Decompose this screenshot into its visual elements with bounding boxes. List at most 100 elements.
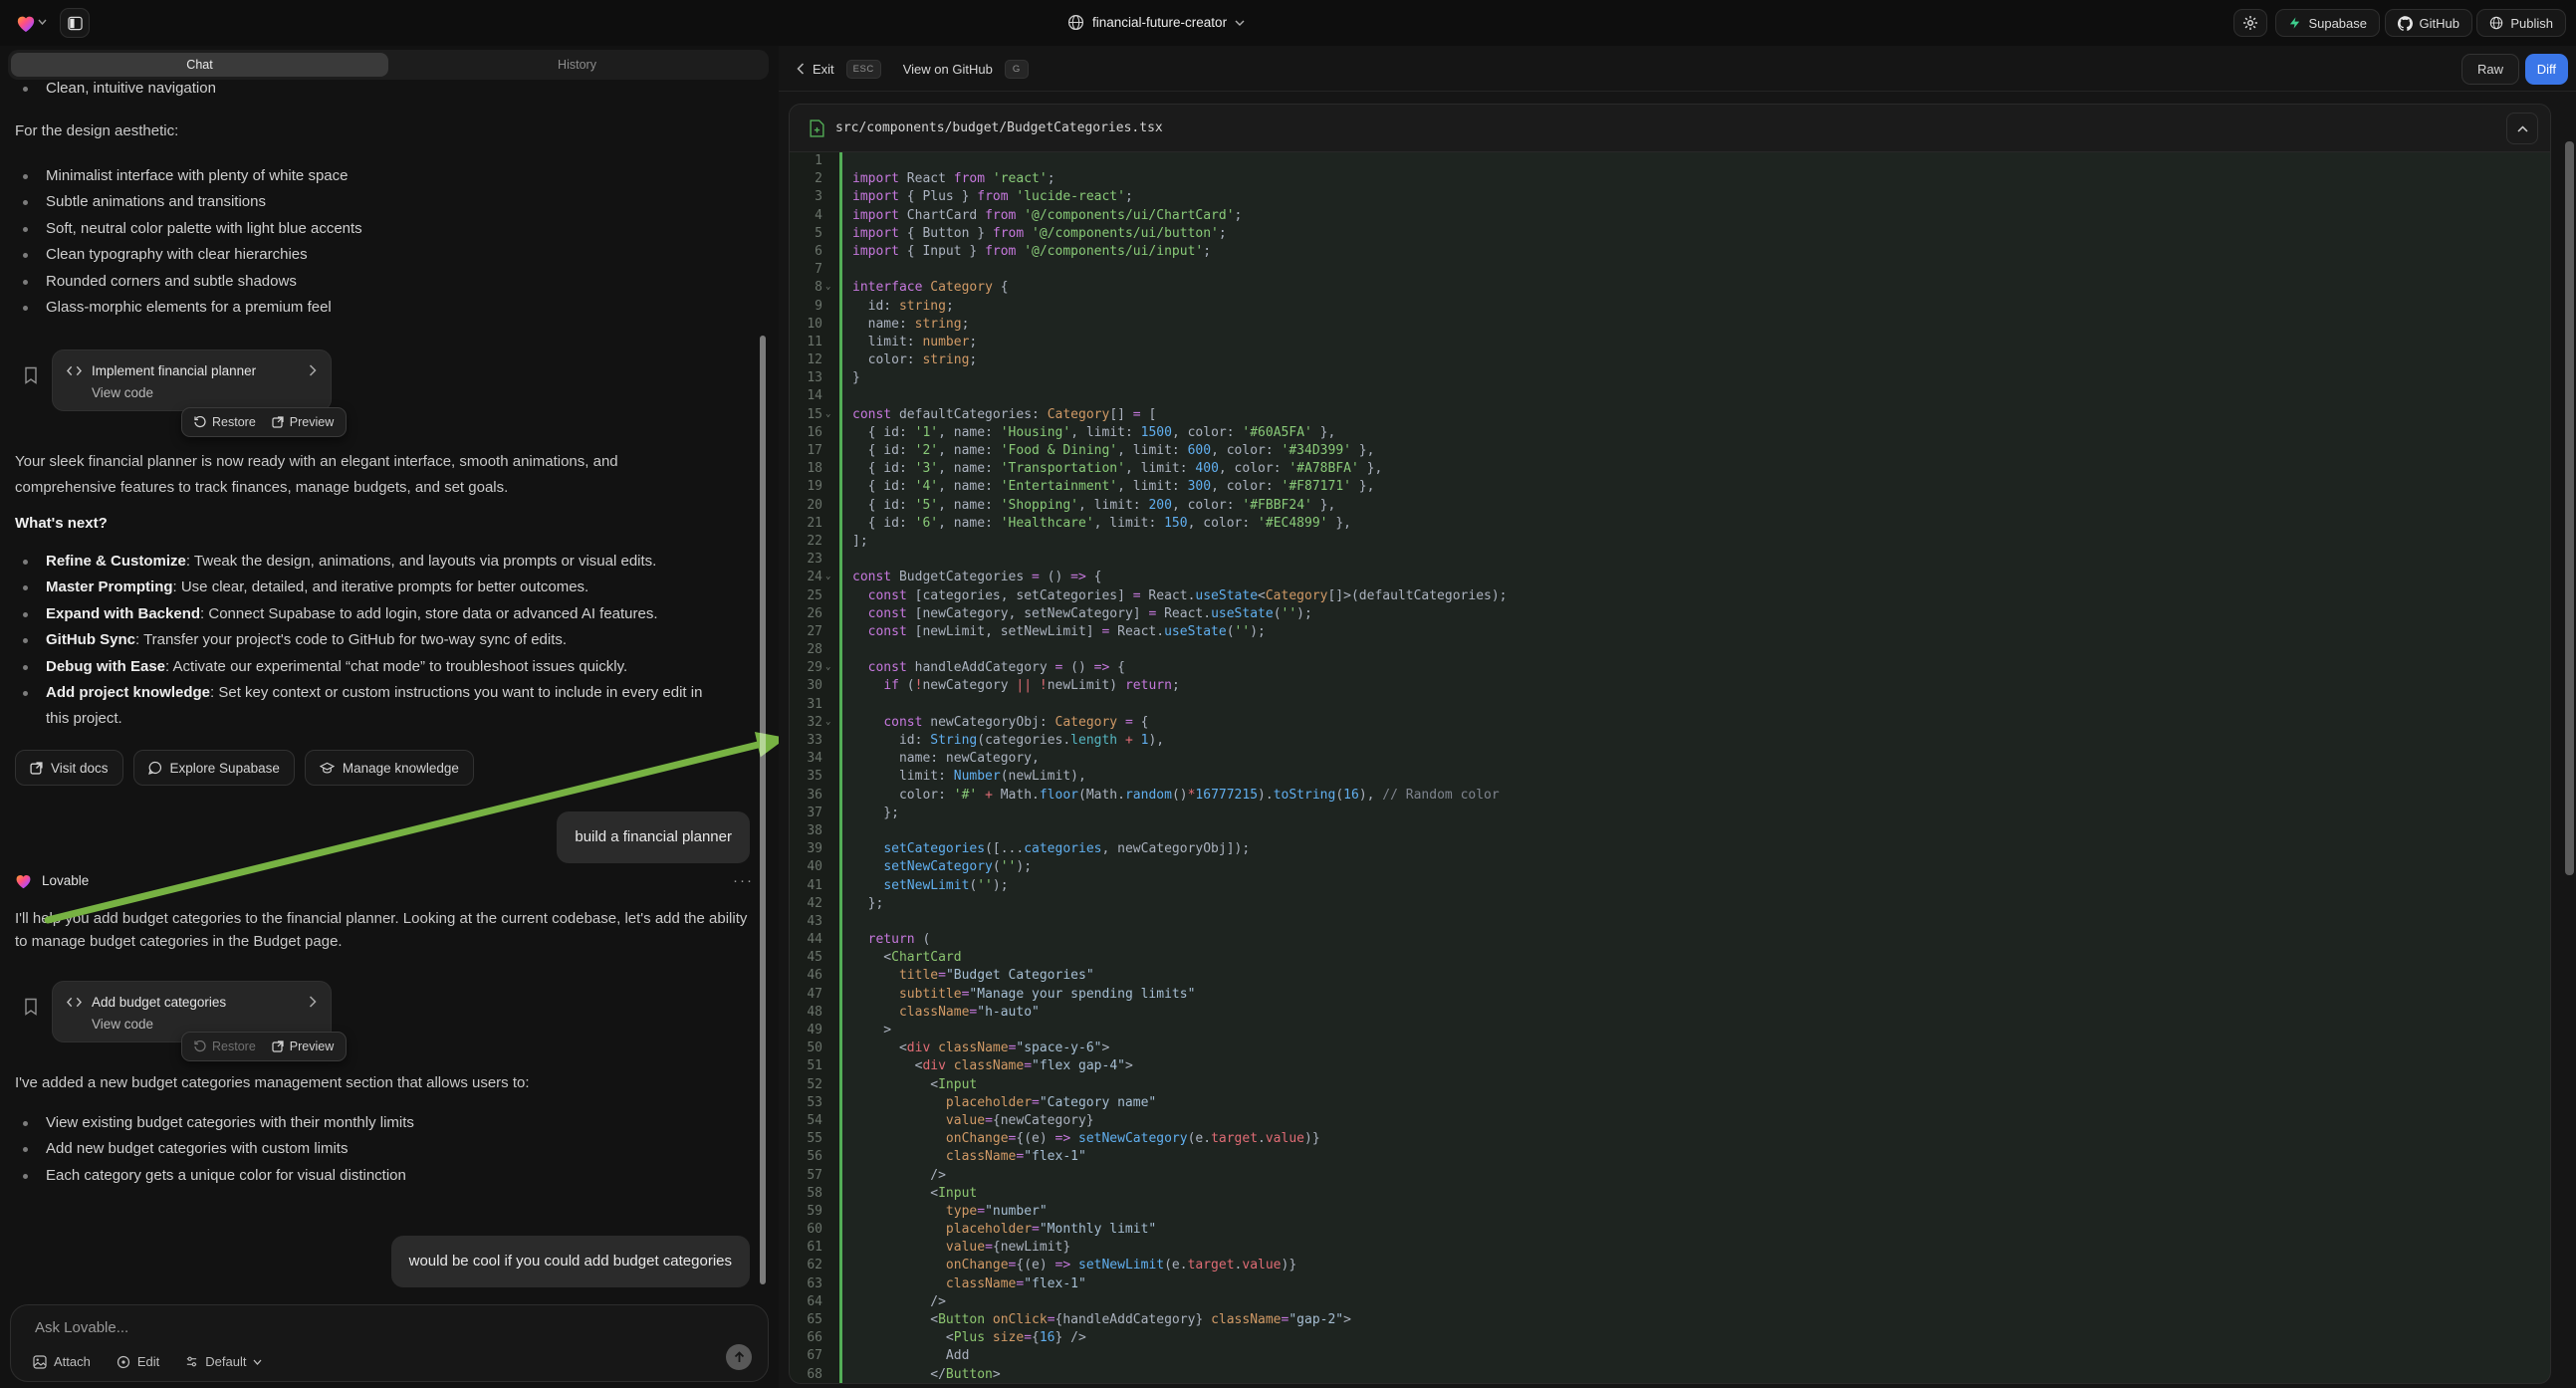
collapse-file-button[interactable] [2506,113,2538,144]
diff-added-bar [839,1185,842,1203]
user-message-bubble: build a financial planner [557,811,750,863]
arrow-up-icon [734,1351,745,1363]
fold-chevron-icon[interactable]: ⌄ [825,568,830,585]
graduation-cap-icon [320,762,335,775]
diff-added-bar [839,1022,842,1040]
code-line: 18 { id: '3', name: 'Transportation', li… [790,460,2550,478]
code-line: 40 setNewCategory(''); [790,858,2550,876]
code-icon [67,365,82,376]
tab-history[interactable]: History [388,53,766,77]
restore-button[interactable]: Restore [194,415,256,429]
chat-scrollbar[interactable] [760,336,766,1284]
diff-added-bar [839,877,842,895]
code-line: 37 }; [790,805,2550,822]
line-number: 47 [790,986,839,1004]
project-switcher[interactable]: financial-future-creator [1067,14,1245,31]
diff-added-bar [839,714,842,732]
preview-button[interactable]: Preview [272,1040,334,1053]
code-line: 19 { id: '4', name: 'Entertainment', lim… [790,478,2550,496]
code-line: 65 <Button onClick={handleAddCategory} c… [790,1311,2550,1329]
settings-button[interactable] [2233,9,2267,37]
raw-toggle-button[interactable]: Raw [2461,54,2519,85]
file-header[interactable]: src/components/budget/BudgetCategories.t… [790,105,2550,152]
code-line: 24⌄const BudgetCategories = () => { [790,569,2550,586]
edit-mode-button[interactable]: Edit [117,1354,159,1369]
code-line: 66 <Plus size={16} /> [790,1329,2550,1347]
code-content[interactable]: 12import React from 'react';3import { Pl… [790,152,2550,1384]
fold-chevron-icon[interactable]: ⌄ [825,713,830,731]
line-number: 58 [790,1185,839,1203]
prompt-input[interactable]: Ask Lovable... [35,1319,128,1336]
diff-added-bar [839,1311,842,1329]
attach-button[interactable]: Attach [33,1354,91,1369]
list-item: View existing budget categories with the… [15,1110,732,1136]
line-number: 44 [790,931,839,949]
fold-chevron-icon[interactable]: ⌄ [825,278,830,296]
code-line: 67 Add [790,1347,2550,1365]
line-number: 8 [790,279,839,297]
logo-chevron-down-icon[interactable] [38,19,47,25]
line-number: 9 [790,298,839,316]
exit-button[interactable]: Exit [797,62,834,77]
code-line: 44 return ( [790,931,2550,949]
diff-toggle-button[interactable]: Diff [2525,54,2568,85]
diff-added-bar [839,677,842,695]
github-button[interactable]: GitHub [2385,9,2472,37]
diff-added-bar [839,406,842,424]
diff-added-bar [839,949,842,967]
line-number: 68 [790,1366,839,1384]
explore-supabase-button[interactable]: Explore Supabase [133,750,295,786]
code-line: 25 const [categories, setCategories] = R… [790,587,2550,605]
send-button[interactable] [726,1344,752,1370]
code-line: 68 </Button> [790,1366,2550,1384]
sliders-icon [185,1355,198,1368]
prompt-composer[interactable]: Ask Lovable... Attach Edit Default [10,1304,769,1382]
line-number: 49 [790,1022,839,1040]
bookmark-icon[interactable] [24,366,38,384]
diff-added-bar [839,1148,842,1166]
supabase-button[interactable]: Supabase [2275,9,2380,37]
fold-chevron-icon[interactable]: ⌄ [825,405,830,423]
message-menu-button[interactable]: ··· [733,872,754,889]
line-number: 43 [790,913,839,931]
external-link-icon [30,762,43,775]
lovable-logo-icon[interactable] [15,13,37,33]
code-line: 42 }; [790,895,2550,913]
diff-added-bar [839,1076,842,1094]
manage-knowledge-button[interactable]: Manage knowledge [305,750,474,786]
design-aesthetic-heading: For the design aesthetic: [15,122,178,139]
preview-button[interactable]: Preview [272,415,334,429]
publish-button[interactable]: Publish [2476,9,2566,37]
list-item: Subtle animations and transitions [15,189,732,215]
view-on-github-link[interactable]: View on GitHub [903,62,993,77]
code-line: 14 [790,387,2550,405]
reply-intro-paragraph: I'll help you add budget categories to t… [15,907,757,953]
restore-button-disabled[interactable]: Restore [194,1040,256,1053]
bookmark-icon[interactable] [24,998,38,1016]
project-title: financial-future-creator [1092,15,1227,30]
file-added-icon [810,119,824,137]
line-number: 56 [790,1148,839,1166]
line-number: 30 [790,677,839,695]
diff-added-bar [839,497,842,515]
diff-added-bar [839,207,842,225]
list-item: Expand with Backend: Connect Supabase to… [15,601,724,627]
visit-docs-button[interactable]: Visit docs [15,750,123,786]
diff-added-bar [839,1203,842,1221]
edit-card-implement-planner[interactable]: Implement financial planner View code [52,349,332,411]
file-path: src/components/budget/BudgetCategories.t… [835,120,1163,135]
toggle-sidebar-button[interactable] [60,8,90,38]
view-code-link[interactable]: View code [92,1017,317,1032]
code-line: 56 className="flex-1" [790,1148,2550,1166]
line-number: 15 [790,406,839,424]
mode-selector[interactable]: Default [185,1354,262,1369]
line-number: 11 [790,334,839,351]
tab-chat[interactable]: Chat [11,53,388,77]
code-line: 51 <div className="flex gap-4"> [790,1057,2550,1075]
view-code-link[interactable]: View code [92,385,317,400]
fold-chevron-icon[interactable]: ⌄ [825,658,830,676]
code-line: 45 <ChartCard [790,949,2550,967]
code-line: 63 className="flex-1" [790,1275,2550,1293]
whats-next-heading: What's next? [15,515,108,532]
code-panel-scrollbar[interactable] [2565,141,2574,875]
